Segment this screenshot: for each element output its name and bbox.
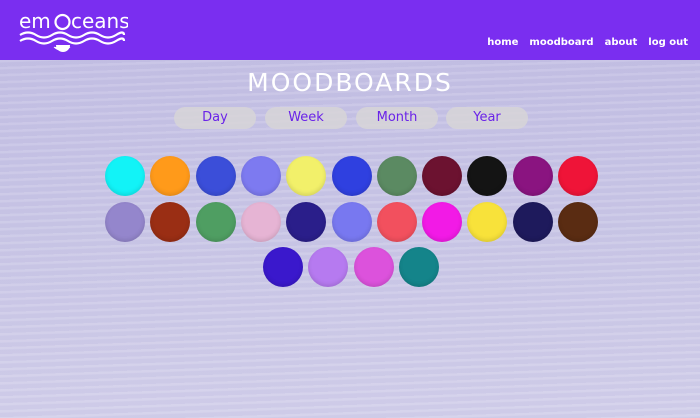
mood-circle[interactable] — [241, 202, 281, 242]
mood-circle[interactable] — [241, 156, 281, 196]
mood-circle[interactable] — [286, 202, 326, 242]
mood-circle[interactable] — [467, 156, 507, 196]
mood-color-grid — [0, 0, 700, 418]
mood-circle[interactable] — [513, 202, 553, 242]
mood-circle[interactable] — [263, 247, 303, 287]
mood-circle[interactable] — [513, 156, 553, 196]
mood-circle[interactable] — [150, 156, 190, 196]
mood-circle[interactable] — [105, 156, 145, 196]
mood-circle[interactable] — [354, 247, 394, 287]
mood-circle[interactable] — [377, 156, 417, 196]
mood-circle[interactable] — [105, 202, 145, 242]
mood-circle[interactable] — [399, 247, 439, 287]
mood-circle[interactable] — [150, 202, 190, 242]
mood-circle[interactable] — [332, 156, 372, 196]
mood-circle[interactable] — [286, 156, 326, 196]
mood-circle[interactable] — [422, 202, 462, 242]
mood-circle[interactable] — [308, 247, 348, 287]
mood-circle[interactable] — [558, 156, 598, 196]
mood-circle[interactable] — [377, 202, 417, 242]
mood-circle[interactable] — [332, 202, 372, 242]
mood-circle[interactable] — [467, 202, 507, 242]
mood-circle[interactable] — [196, 156, 236, 196]
mood-circle[interactable] — [422, 156, 462, 196]
mood-circle[interactable] — [196, 202, 236, 242]
mood-circle[interactable] — [558, 202, 598, 242]
